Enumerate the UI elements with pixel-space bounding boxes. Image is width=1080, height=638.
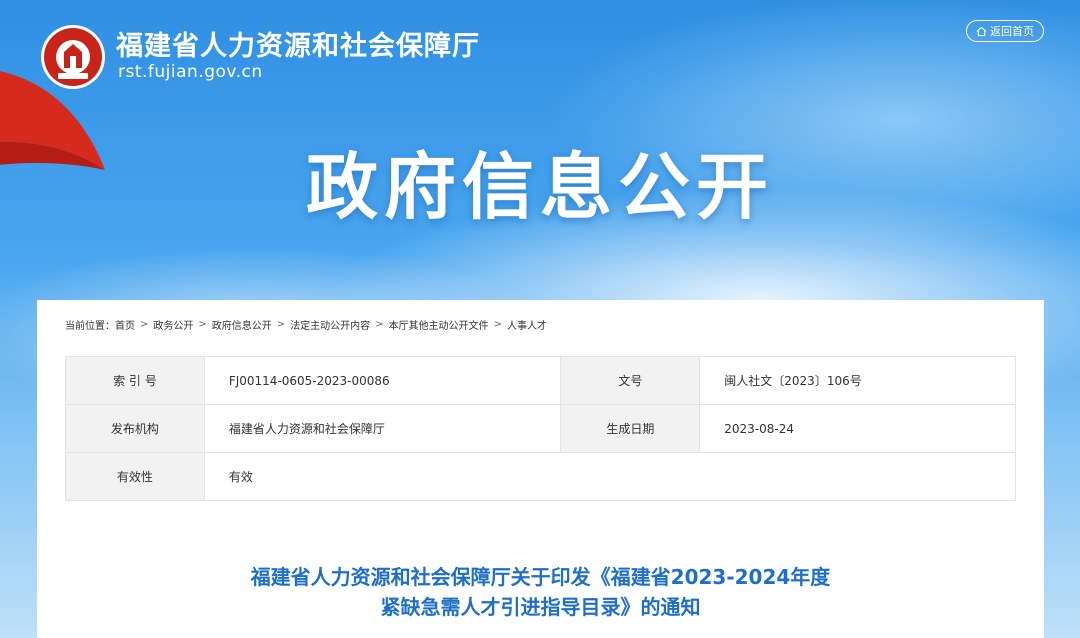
- breadcrumb-item-talent[interactable]: 人事人才: [507, 317, 547, 332]
- table-row: 发布机构 福建省人力资源和社会保障厅 生成日期 2023-08-24: [65, 404, 1016, 453]
- return-home-label: 返回首页: [990, 25, 1034, 38]
- issuer-value: 福建省人力资源和社会保障厅: [203, 404, 562, 453]
- issuer-label: 发布机构: [65, 404, 205, 453]
- document-meta-table: 索 引 号 FJ00114-0605-2023-00086 文号 闽人社文〔20…: [65, 356, 1017, 501]
- breadcrumb-item-statutory[interactable]: 法定主动公开内容: [290, 317, 370, 332]
- breadcrumb-separator: >: [276, 319, 286, 330]
- breadcrumb-separator: >: [375, 319, 384, 330]
- breadcrumb-item-info-disclosure[interactable]: 政府信息公开: [212, 317, 272, 332]
- validity-value: 有效: [203, 452, 1017, 501]
- breadcrumb-item-other-files[interactable]: 本厅其他主动公开文件: [389, 317, 489, 332]
- site-domain: rst.fujian.gov.cn: [118, 62, 263, 82]
- breadcrumb-item-home[interactable]: 首页: [115, 317, 135, 332]
- date-label: 生成日期: [560, 404, 701, 453]
- docno-label: 文号: [560, 356, 701, 405]
- breadcrumb-separator: >: [198, 319, 207, 330]
- validity-label: 有效性: [65, 452, 205, 501]
- document-title-line-1: 福建省人力资源和社会保障厅关于印发《福建省2023-2024年度: [250, 565, 831, 589]
- home-icon: [976, 26, 987, 36]
- index-value: FJ00114-0605-2023-00086: [203, 356, 562, 405]
- document-title: 福建省人力资源和社会保障厅关于印发《福建省2023-2024年度 紧缺急需人才引…: [37, 562, 1044, 622]
- table-row: 有效性 有效: [65, 452, 1017, 501]
- breadcrumb-prefix: 当前位置：: [65, 321, 115, 332]
- hero-title: 政府信息公开: [305, 145, 774, 229]
- table-row: 索 引 号 FJ00114-0605-2023-00086 文号 闽人社文〔20…: [65, 356, 1016, 405]
- document-title-line-2: 紧缺急需人才引进指导目录》的通知: [380, 595, 701, 619]
- site-name: 福建省人力资源和社会保障厅: [116, 31, 480, 62]
- docno-value: 闽人社文〔2023〕106号: [699, 356, 1016, 405]
- breadcrumb-separator: >: [493, 319, 502, 330]
- breadcrumb-item-affairs[interactable]: 政务公开: [153, 317, 193, 332]
- return-home-button[interactable]: 返回首页: [966, 20, 1044, 42]
- content-card: 当前位置： 首页 > 政务公开 > 政府信息公开 > 法定主动公开内容 > 本厅…: [37, 300, 1044, 638]
- breadcrumb-separator: >: [140, 319, 149, 330]
- breadcrumb: 当前位置： 首页 > 政务公开 > 政府信息公开 > 法定主动公开内容 > 本厅…: [65, 317, 547, 332]
- index-label: 索 引 号: [65, 356, 205, 405]
- date-value: 2023-08-24: [699, 404, 1016, 453]
- emblem-logo-icon: [41, 25, 105, 89]
